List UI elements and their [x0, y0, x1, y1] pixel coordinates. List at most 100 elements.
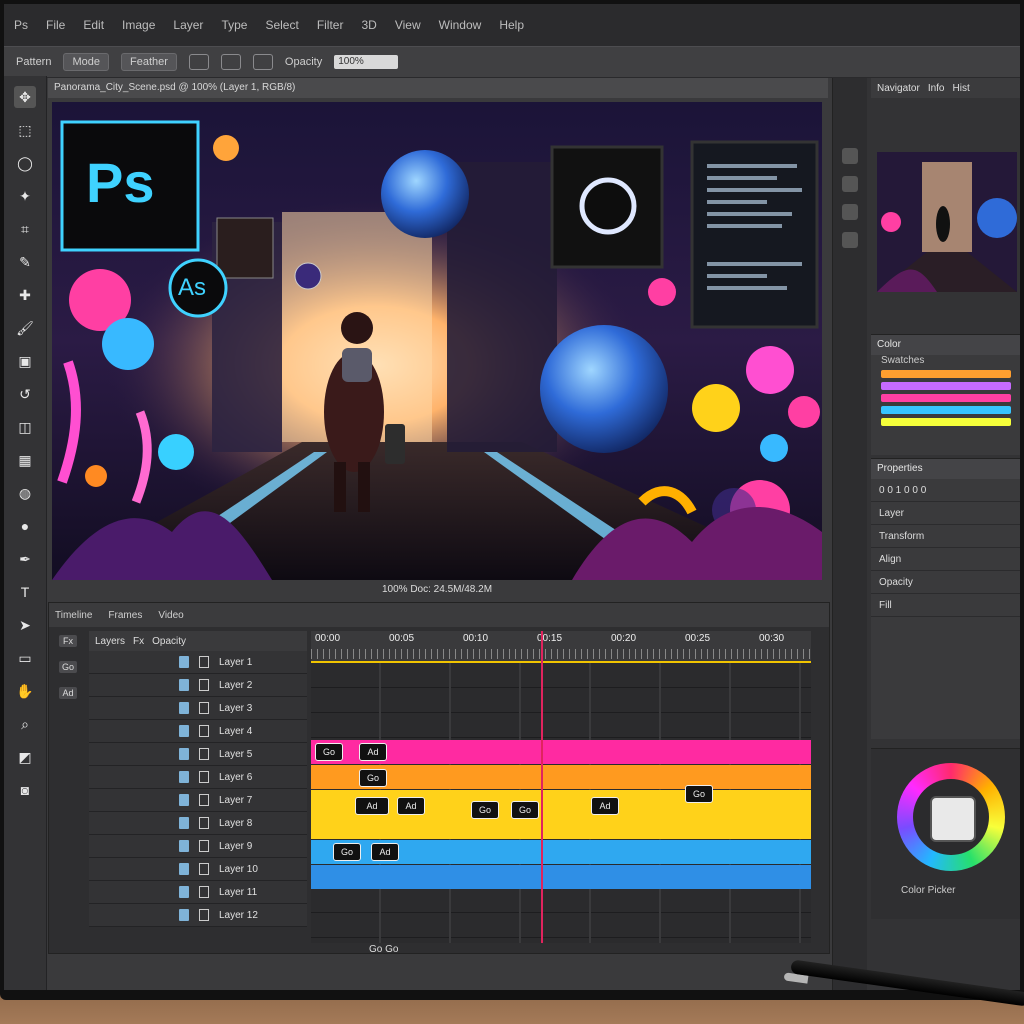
stamp-tool-icon[interactable]: ▣	[14, 350, 36, 372]
color-swatch-icon[interactable]: ◩	[14, 746, 36, 768]
document-tab[interactable]: Panorama_City_Scene.psd @ 100% (Layer 1,…	[48, 78, 828, 98]
hand-tool-icon[interactable]: ✋	[14, 680, 36, 702]
brush-settings-icon[interactable]	[842, 204, 858, 220]
visibility-icon[interactable]	[179, 863, 189, 875]
path-tool-icon[interactable]: ➤	[14, 614, 36, 636]
prop-row[interactable]: Align	[871, 548, 1020, 571]
feather-dropdown[interactable]: Feather	[121, 53, 177, 71]
keyframe-clip[interactable]: Ad	[397, 797, 425, 815]
menu-item-image[interactable]: Image	[122, 18, 155, 32]
color-swatch[interactable]	[881, 418, 1011, 426]
wand-tool-icon[interactable]: ✦	[14, 185, 36, 207]
blur-tool-icon[interactable]: ◍	[14, 482, 36, 504]
tab-info[interactable]: Info	[928, 83, 945, 94]
prop-row[interactable]: Opacity	[871, 571, 1020, 594]
color-swatch[interactable]	[881, 370, 1011, 378]
visibility-icon[interactable]	[179, 725, 189, 737]
zoom-tool-icon[interactable]: ⌕	[14, 713, 36, 735]
keyframe-clip[interactable]: Go	[511, 801, 539, 819]
layer-row[interactable]: Layer 8	[89, 812, 307, 835]
timeline-tracks[interactable]: 00:00 00:05 00:10 00:15 00:20 00:25 00:3…	[311, 631, 811, 943]
layer-row[interactable]: Layer 3	[89, 697, 307, 720]
tab-video[interactable]: Video	[158, 610, 183, 621]
visibility-icon[interactable]	[179, 748, 189, 760]
keyframe-clip[interactable]: Ad	[371, 843, 399, 861]
prop-row[interactable]: Transform	[871, 525, 1020, 548]
current-color-square[interactable]	[930, 796, 976, 842]
layer-row[interactable]: Layer 2	[89, 674, 307, 697]
keyframe-clip[interactable]: Ad	[591, 797, 619, 815]
tab-history[interactable]: Hist	[953, 83, 970, 94]
layer-row[interactable]: Layer 12	[89, 904, 307, 927]
track-band-blue2[interactable]	[311, 865, 811, 889]
layer-row[interactable]: Layer 4	[89, 720, 307, 743]
eyedropper-tool-icon[interactable]: ✎	[14, 251, 36, 273]
menu-item-help[interactable]: Help	[499, 18, 524, 32]
visibility-icon[interactable]	[179, 886, 189, 898]
lock-checkbox[interactable]	[199, 909, 209, 921]
time-ruler[interactable]: 00:00 00:05 00:10 00:15 00:20 00:25 00:3…	[311, 631, 811, 663]
layer-row[interactable]: Layer 7	[89, 789, 307, 812]
option-toggle[interactable]	[188, 54, 209, 70]
healing-tool-icon[interactable]: ✚	[14, 284, 36, 306]
keyframe-clip[interactable]: Ad	[359, 743, 387, 761]
visibility-icon[interactable]	[179, 794, 189, 806]
menu-item-app[interactable]: Ps	[14, 18, 28, 32]
crop-tool-icon[interactable]: ⌗	[14, 218, 36, 240]
keyframe-clip[interactable]: Go	[315, 743, 343, 761]
type-tool-icon[interactable]: T	[14, 581, 36, 603]
layer-row[interactable]: Layer 11	[89, 881, 307, 904]
lock-checkbox[interactable]	[199, 840, 209, 852]
pattern-label[interactable]: Pattern	[16, 56, 51, 68]
lock-checkbox[interactable]	[199, 886, 209, 898]
opacity-field[interactable]: 100%	[334, 55, 399, 69]
keyframe-clip[interactable]: Go	[685, 785, 713, 803]
color-swatch[interactable]	[881, 382, 1011, 390]
character-icon[interactable]	[842, 232, 858, 248]
brush-tool-icon[interactable]: 🖌	[14, 317, 36, 339]
menu-item-file[interactable]: File	[46, 18, 65, 32]
option-toggle[interactable]	[252, 54, 273, 70]
document-canvas[interactable]: Ps As	[52, 102, 822, 580]
eraser-tool-icon[interactable]: ◫	[14, 416, 36, 438]
side-button[interactable]: Go	[59, 661, 77, 673]
menu-item-edit[interactable]: Edit	[83, 18, 104, 32]
lock-checkbox[interactable]	[199, 725, 209, 737]
lock-checkbox[interactable]	[199, 794, 209, 806]
lock-checkbox[interactable]	[199, 817, 209, 829]
prop-row[interactable]: Fill	[871, 594, 1020, 617]
dodge-tool-icon[interactable]: ●	[14, 515, 36, 537]
menu-item-filter[interactable]: Filter	[317, 18, 344, 32]
visibility-icon[interactable]	[179, 840, 189, 852]
layer-row[interactable]: Layer 10	[89, 858, 307, 881]
menu-item-3d[interactable]: 3D	[361, 18, 376, 32]
mode-dropdown[interactable]: Mode	[63, 53, 109, 71]
tab-frames[interactable]: Frames	[108, 610, 142, 621]
lock-checkbox[interactable]	[199, 748, 209, 760]
menu-item-type[interactable]: Type	[221, 18, 247, 32]
visibility-icon[interactable]	[179, 817, 189, 829]
layer-row[interactable]: Layer 9	[89, 835, 307, 858]
menu-item-layer[interactable]: Layer	[173, 18, 203, 32]
prop-row[interactable]: Layer	[871, 502, 1020, 525]
keyframe-clip[interactable]: Go	[471, 801, 499, 819]
lock-checkbox[interactable]	[199, 656, 209, 668]
history-brush-icon[interactable]: ↺	[14, 383, 36, 405]
keyframe-clip[interactable]: Go	[359, 769, 387, 787]
color-wheel[interactable]	[897, 763, 1005, 871]
navigator-thumbnail[interactable]	[877, 152, 1017, 292]
lasso-tool-icon[interactable]: ◯	[14, 152, 36, 174]
keyframe-clip[interactable]: Go	[333, 843, 361, 861]
layer-row[interactable]: Layer 6	[89, 766, 307, 789]
lock-checkbox[interactable]	[199, 702, 209, 714]
menu-item-view[interactable]: View	[395, 18, 421, 32]
menu-item-select[interactable]: Select	[265, 18, 298, 32]
keyframe-clip[interactable]: Ad	[355, 797, 389, 815]
lock-checkbox[interactable]	[199, 679, 209, 691]
marquee-tool-icon[interactable]: ⬚	[14, 119, 36, 141]
visibility-icon[interactable]	[179, 909, 189, 921]
move-tool-icon[interactable]: ✥	[14, 86, 36, 108]
pen-tool-icon[interactable]: ✒	[14, 548, 36, 570]
side-button[interactable]: Ad	[59, 687, 77, 699]
gradient-tool-icon[interactable]: ▦	[14, 449, 36, 471]
